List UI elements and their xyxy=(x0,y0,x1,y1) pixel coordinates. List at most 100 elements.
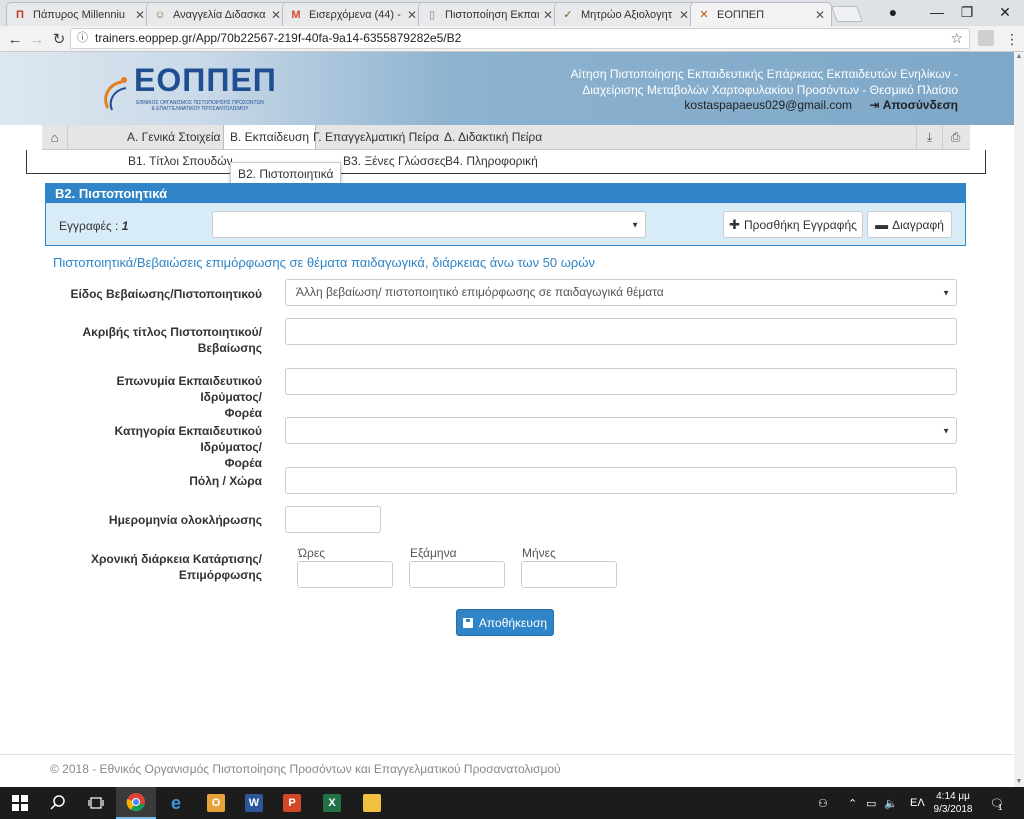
people-tray-icon[interactable]: ⚇ xyxy=(818,787,828,819)
minimize-icon[interactable]: — xyxy=(922,0,952,24)
institution-label-line: Φορέα xyxy=(224,406,262,420)
powerpoint-taskbar-icon[interactable]: P xyxy=(272,787,312,819)
sub-navigation: Β1. Τίτλοι Σπουδών Β3. Ξένες Γλώσσες Β4.… xyxy=(26,150,986,174)
reload-icon[interactable]: ↻ xyxy=(48,29,70,49)
close-icon[interactable]: ✕ xyxy=(271,8,281,22)
exact-title-label-line: Βεβαίωσης xyxy=(197,341,262,355)
people-favicon-icon: ☺ xyxy=(154,8,166,21)
powerpoint-logo-icon: P xyxy=(283,794,301,812)
nav-item-general[interactable]: Α. Γενικά Στοιχεία xyxy=(127,125,220,149)
nav-item-teaching-experience[interactable]: Δ. Διδακτική Πείρα xyxy=(444,125,542,149)
exact-title-input[interactable] xyxy=(285,318,957,345)
minus-icon: ▬ xyxy=(875,217,889,232)
browser-tab[interactable]: M Εισερχόμενα (44) - ε ✕ xyxy=(282,2,424,26)
eoppep-logo[interactable]: ΕΟΠΠΕΠ ΕΘΝΙΚΟΣ ΟΡΓΑΝΙΣΜΟΣ ΠΙΣΤΟΠΟΙΗΣΗΣ Π… xyxy=(98,62,276,120)
semesters-input[interactable] xyxy=(409,561,505,588)
browser-menu-icon[interactable]: ⋮ xyxy=(1004,30,1020,48)
windows-start-icon[interactable] xyxy=(0,787,40,819)
save-button[interactable]: Αποθήκευση xyxy=(456,609,554,636)
search-icon[interactable] xyxy=(38,787,78,819)
save-button-label: Αποθήκευση xyxy=(478,615,548,630)
browser-tab-strip: Π Πάπυρος Millenniu ✕ ☺ Αναγγελία Διδασκ… xyxy=(0,0,1024,26)
show-hidden-icons-chevron-icon[interactable]: ⌃ xyxy=(848,787,857,819)
forward-icon[interactable]: → xyxy=(26,29,48,49)
completion-date-input[interactable] xyxy=(285,506,381,533)
user-email: kostaspapaeus029@gmail.com xyxy=(684,98,853,112)
exact-title-label-line: Ακριβής τίτλος Πιστοποιητικού/ xyxy=(82,325,262,339)
section-title: Πιστοποιητικά/Βεβαιώσεις επιμόρφωσης σε … xyxy=(53,255,595,270)
taskbar-clock[interactable]: 4:14 μμ 9/3/2018 xyxy=(928,790,978,816)
application-title-line: Διαχείρισης Μεταβολών Χαρτοφυλακίου Προσ… xyxy=(582,83,958,97)
page-scrollbar[interactable]: ▲ ▼ xyxy=(1014,52,1024,787)
window-close-icon[interactable]: ✕ xyxy=(990,0,1020,24)
nav-item-education[interactable]: Β. Εκπαίδευση xyxy=(223,125,317,149)
logo-swirl-icon xyxy=(104,77,127,111)
scroll-down-arrow-icon[interactable]: ▼ xyxy=(1014,777,1024,787)
browser-tab-active[interactable]: ✕ ΕΟΠΠΕΠ ✕ xyxy=(690,2,832,26)
word-taskbar-icon[interactable]: W xyxy=(234,787,274,819)
logout-link[interactable]: ⇥ Αποσύνδεση xyxy=(869,98,958,112)
action-center-icon[interactable]: 🗨 1 xyxy=(990,787,1004,819)
city-input[interactable] xyxy=(285,467,957,494)
network-icon[interactable]: ▭ xyxy=(866,787,876,819)
new-tab-button[interactable] xyxy=(831,6,863,22)
back-icon[interactable]: ← xyxy=(4,29,26,49)
print-icon[interactable]: ⎙ xyxy=(942,125,968,149)
close-icon[interactable]: ✕ xyxy=(543,8,553,22)
subnav-item-computing[interactable]: Β4. Πληροφορική xyxy=(445,150,538,173)
duration-label-line: Χρονική διάρκεια Κατάρτισης/ xyxy=(90,552,262,566)
chrome-taskbar-icon[interactable] xyxy=(116,787,156,819)
duration-label-line: Επιμόρφωσης xyxy=(178,568,262,582)
task-view-icon[interactable] xyxy=(76,787,116,819)
excel-taskbar-icon[interactable]: X xyxy=(312,787,352,819)
logo-text: ΕΟΠΠΕΠ xyxy=(134,62,277,98)
edge-taskbar-icon[interactable]: e xyxy=(156,787,196,819)
type-label: Είδος Βεβαίωσης/Πιστοποιητικού xyxy=(70,287,262,301)
dropdown-caret-icon: ▼ xyxy=(631,220,639,229)
subnav-item-languages[interactable]: Β3. Ξένες Γλώσσες xyxy=(343,150,446,173)
months-input[interactable] xyxy=(521,561,617,588)
dropdown-caret-icon: ▼ xyxy=(942,426,950,435)
exact-title-label: Ακριβής τίτλος Πιστοποιητικού/ Βεβαίωσης xyxy=(52,324,262,356)
download-icon[interactable]: ⤓ xyxy=(916,125,942,149)
hours-label: Ώρες xyxy=(298,546,325,560)
windows-taskbar: e O W P X ⚇ ⌃ ▭ 🔈 ΕΛ 4:14 μμ 9/3/2018 🗨 … xyxy=(0,787,1024,819)
record-select[interactable]: ▼ xyxy=(212,211,646,238)
browser-tab[interactable]: Π Πάπυρος Millenniu ✕ xyxy=(6,2,152,26)
institution-category-select[interactable]: ▼ xyxy=(285,417,957,444)
close-icon[interactable]: ✕ xyxy=(135,8,145,22)
browser-tab[interactable]: ☺ Αναγγελία Διδασκα ✕ xyxy=(146,2,288,26)
institution-category-label-line: Κατηγορία Εκπαιδευτικού Ιδρύματος/ xyxy=(114,424,262,454)
subnav-item-degrees[interactable]: Β1. Τίτλοι Σπουδών xyxy=(128,150,233,173)
close-icon[interactable]: ✕ xyxy=(815,8,825,22)
certificates-panel: Β2. Πιστοποιητικά Εγγραφές : 1 ▼ ✚ Προσθ… xyxy=(45,183,966,246)
outlook-taskbar-icon[interactable]: O xyxy=(196,787,236,819)
home-icon[interactable]: ⌂ xyxy=(42,125,68,149)
type-select[interactable]: Άλλη βεβαίωση/ πιστοποιητικό επιμόρφωσης… xyxy=(285,279,957,306)
browser-toolbar: ← → ↻ ⓘ trainers.eoppep.gr/App/70b22567-… xyxy=(0,26,1024,52)
restore-icon[interactable]: ❐ xyxy=(952,0,982,24)
volume-icon[interactable]: 🔈 xyxy=(884,787,898,819)
close-icon[interactable]: ✕ xyxy=(407,8,417,22)
address-bar[interactable]: ⓘ trainers.eoppep.gr/App/70b22567-219f-4… xyxy=(70,28,970,49)
profile-icon[interactable]: ● xyxy=(878,0,908,24)
completion-date-label: Ημερομηνία ολοκλήρωσης xyxy=(108,513,262,527)
institution-input[interactable] xyxy=(285,368,957,395)
browser-tab[interactable]: ▯ Πιστοποίηση Εκπαιδ ✕ xyxy=(418,2,560,26)
eoppep-favicon-icon: ✕ xyxy=(699,9,709,21)
info-icon[interactable]: ⓘ xyxy=(77,29,88,48)
language-indicator[interactable]: ΕΛ xyxy=(910,787,925,819)
check-favicon-icon: ✓ xyxy=(563,9,573,21)
add-record-button[interactable]: ✚ Προσθήκη Εγγραφής xyxy=(723,211,863,238)
bookmark-star-icon[interactable]: ☆ xyxy=(950,29,963,48)
nav-item-professional-experience[interactable]: Γ. Επαγγελματική Πείρα xyxy=(313,125,439,149)
close-icon[interactable]: ✕ xyxy=(679,8,689,22)
delete-record-button[interactable]: ▬ Διαγραφή xyxy=(867,211,952,238)
extension-icon[interactable] xyxy=(978,30,994,46)
outlook-logo-icon: O xyxy=(207,794,225,812)
scroll-up-arrow-icon[interactable]: ▲ xyxy=(1014,52,1024,62)
file-explorer-taskbar-icon[interactable] xyxy=(352,787,392,819)
main-navigation: ⌂ Α. Γενικά Στοιχεία Β. Εκπαίδευση Γ. Επ… xyxy=(42,125,970,150)
hours-input[interactable] xyxy=(297,561,393,588)
browser-tab[interactable]: ✓ Μητρώο Αξιολογητ ✕ xyxy=(554,2,696,26)
